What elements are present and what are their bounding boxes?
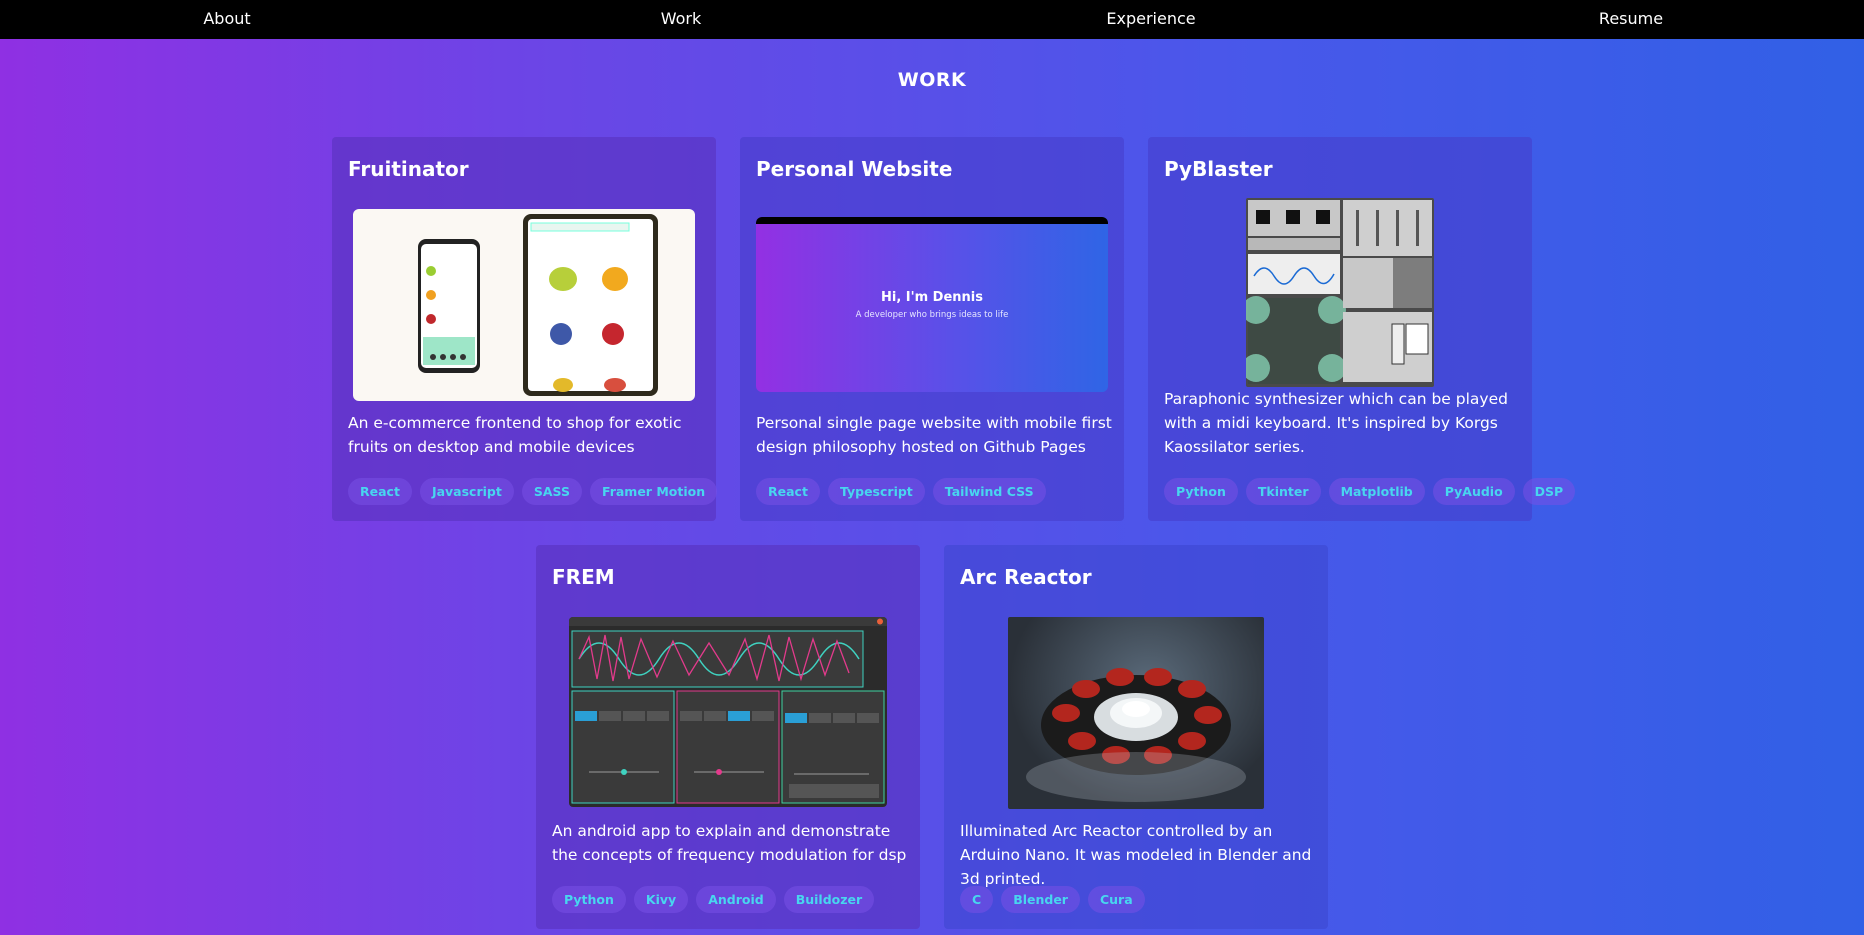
project-card-arc-reactor[interactable]: Arc Reactor Illuminated Arc Reactor cont… (944, 545, 1328, 929)
tag-list: C Blender Cura (960, 886, 1145, 913)
project-photo-arc-reactor[interactable] (1008, 617, 1264, 809)
preview-subheading: A developer who brings ideas to life (855, 310, 1009, 320)
project-card-pyblaster[interactable]: PyBlaster Paraphonic synthesizer which c… (1148, 137, 1576, 521)
tag-blender: Blender (1001, 886, 1080, 913)
tag-tailwind-css: Tailwind CSS (932, 478, 1046, 505)
tag-typescript: Typescript (827, 478, 925, 505)
nav-resume-link[interactable]: Resume (1599, 9, 1663, 28)
tag-dsp: DSP (1522, 478, 1576, 505)
tag-cura: Cura (1087, 886, 1145, 913)
tag-sass: SASS (521, 478, 582, 505)
tag-list: React Typescript Tailwind CSS (756, 478, 1046, 505)
tag-list: React Javascript SASS Framer Motion (348, 478, 718, 505)
project-title: Personal Website (756, 157, 953, 181)
tag-python: Python (1164, 478, 1238, 505)
project-card-frem[interactable]: FREM An android app to explain and demon… (536, 545, 920, 929)
preview-navbar (756, 217, 1108, 224)
tag-python: Python (552, 886, 626, 913)
preview-heading: Hi, I'm Dennis (880, 290, 983, 305)
nav-work-link[interactable]: Work (661, 9, 702, 28)
tag-pyaudio: PyAudio (1432, 478, 1515, 505)
tag-javascript: Javascript (419, 478, 514, 505)
project-title: PyBlaster (1164, 157, 1273, 181)
tag-framer-motion: Framer Motion (589, 478, 718, 505)
tag-list: Python Kivy Android Buildozer (552, 886, 875, 913)
project-title: Fruitinator (348, 157, 469, 181)
tag-tkinter: Tkinter (1245, 478, 1321, 505)
tag-matplotlib: Matplotlib (1328, 478, 1425, 505)
project-description: Illuminated Arc Reactor controlled by an… (960, 822, 1312, 888)
project-screenshot-fruitinator[interactable] (353, 209, 695, 401)
section-title: WORK (897, 69, 967, 91)
tag-c: C (960, 886, 994, 913)
project-description: An e-commerce frontend to shop for exoti… (348, 414, 682, 456)
project-description: An android app to explain and demonstrat… (552, 822, 907, 864)
project-screenshot-frem[interactable] (569, 617, 887, 807)
tag-kivy: Kivy (633, 886, 689, 913)
tag-react: React (348, 478, 412, 505)
project-title: Arc Reactor (960, 565, 1092, 589)
project-screenshot-pyblaster[interactable] (1246, 198, 1434, 387)
project-description: Personal single page website with mobile… (756, 414, 1112, 456)
project-title: FREM (552, 565, 615, 589)
top-nav: About Work Experience Resume (0, 0, 1864, 39)
project-card-fruitinator[interactable]: Fruitinator An e-commerce frontend to sh… (332, 137, 718, 521)
tag-react: React (756, 478, 820, 505)
project-description: Paraphonic synthesizer which can be play… (1164, 390, 1508, 456)
project-screenshot-personal-website[interactable]: Hi, I'm Dennis A developer who brings id… (756, 217, 1108, 392)
nav-experience-link[interactable]: Experience (1106, 9, 1195, 28)
tag-list: Python Tkinter Matplotlib PyAudio DSP (1164, 478, 1576, 505)
tag-android: Android (696, 886, 776, 913)
project-card-personal-website[interactable]: Personal Website Hi, I'm Dennis A develo… (740, 137, 1124, 521)
nav-about-link[interactable]: About (203, 9, 250, 28)
tag-buildozer: Buildozer (783, 886, 875, 913)
